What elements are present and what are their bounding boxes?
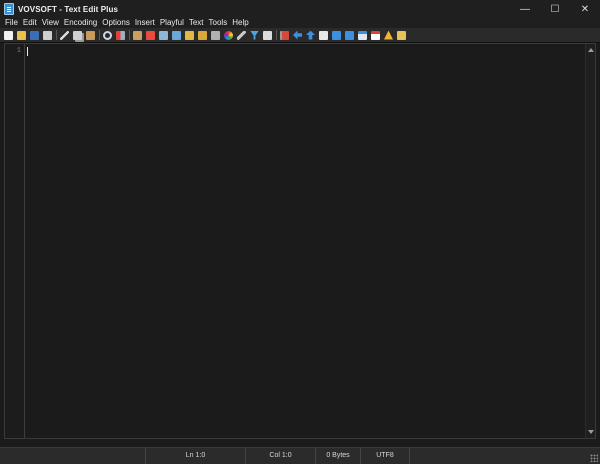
text-area[interactable] (26, 44, 585, 438)
save-icon[interactable] (30, 30, 39, 40)
resize-grip-icon[interactable] (590, 454, 598, 462)
maximize-button[interactable]: ☐ (540, 0, 570, 18)
sort-za-icon[interactable] (345, 30, 354, 40)
vertical-scrollbar[interactable] (585, 44, 595, 438)
toolbar (0, 28, 600, 43)
arrow-up-icon[interactable] (306, 30, 315, 40)
open-folder-icon[interactable] (17, 30, 26, 40)
editor: 1 (4, 43, 596, 439)
menu-bar: File Edit View Encoding Options Insert P… (0, 18, 600, 28)
menu-file[interactable]: File (5, 18, 18, 28)
scroll-down-icon[interactable] (588, 430, 594, 434)
menu-view[interactable]: View (42, 18, 59, 28)
app-icon (4, 3, 14, 15)
status-line: Ln 1:0 (145, 448, 245, 464)
filter-icon[interactable] (250, 30, 259, 40)
line-number-gutter: 1 (5, 44, 25, 438)
menu-edit[interactable]: Edit (23, 18, 37, 28)
pdf-icon[interactable] (146, 30, 155, 40)
unlock-icon[interactable] (198, 30, 207, 40)
flag-icon[interactable] (280, 30, 289, 40)
minimize-button[interactable]: — (510, 0, 540, 18)
toolbar-separator (276, 30, 277, 40)
monitor-icon[interactable] (159, 30, 168, 40)
status-encoding: UTF8 (360, 448, 410, 464)
lock-icon[interactable] (185, 30, 194, 40)
warning-icon[interactable] (384, 30, 393, 40)
toolbar-separator (99, 30, 100, 40)
color-wheel-icon[interactable] (224, 30, 233, 40)
title-bar: VOVSOFT - Text Edit Plus — ☐ ✕ (0, 0, 600, 18)
close-button[interactable]: ✕ (570, 0, 600, 18)
toolbar-separator (56, 30, 57, 40)
mail-icon[interactable] (263, 30, 272, 40)
menu-insert[interactable]: Insert (135, 18, 155, 28)
text-caret (27, 47, 28, 56)
status-bar: Ln 1:0 Col 1:0 0 Bytes UTF8 (0, 447, 600, 464)
cut-icon[interactable] (60, 30, 69, 40)
arrow-left-icon[interactable] (293, 30, 302, 40)
menu-text[interactable]: Text (189, 18, 204, 28)
window-controls: — ☐ ✕ (510, 0, 600, 18)
edit-doc-icon[interactable] (397, 30, 406, 40)
menu-tools[interactable]: Tools (209, 18, 228, 28)
status-column: Col 1:0 (245, 448, 315, 464)
find-icon[interactable] (103, 30, 112, 40)
window-title: VOVSOFT - Text Edit Plus (18, 4, 119, 14)
menu-help[interactable]: Help (232, 18, 248, 28)
replace-icon[interactable] (116, 30, 125, 40)
menu-playful[interactable]: Playful (160, 18, 184, 28)
menu-encoding[interactable]: Encoding (64, 18, 97, 28)
document-icon[interactable] (319, 30, 328, 40)
calendar-day-icon[interactable] (371, 30, 380, 40)
print-icon[interactable] (43, 30, 52, 40)
calendar-icon[interactable] (358, 30, 367, 40)
copy-icon[interactable] (73, 30, 82, 40)
toolbar-separator (129, 30, 130, 40)
export-icon[interactable] (133, 30, 142, 40)
new-file-icon[interactable] (4, 30, 13, 40)
image-icon[interactable] (172, 30, 181, 40)
scroll-up-icon[interactable] (588, 48, 594, 52)
line-number: 1 (16, 47, 21, 55)
pen-icon[interactable] (237, 30, 246, 40)
sort-az-icon[interactable] (332, 30, 341, 40)
menu-options[interactable]: Options (102, 18, 130, 28)
paste-icon[interactable] (86, 30, 95, 40)
hash-icon[interactable] (211, 30, 220, 40)
status-size: 0 Bytes (315, 448, 360, 464)
